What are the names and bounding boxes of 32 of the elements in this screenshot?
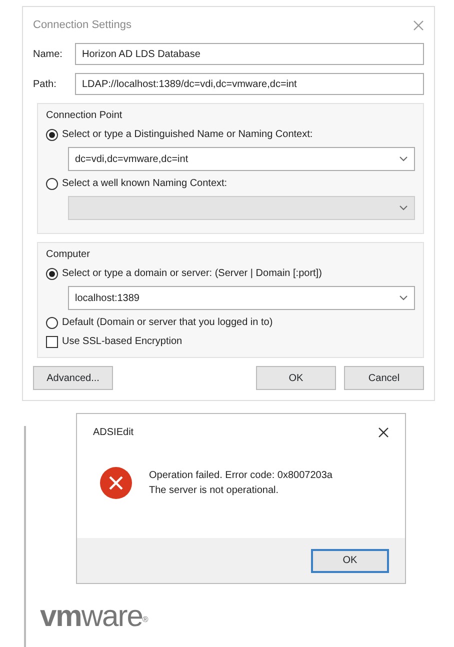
field-label: Path:: [33, 78, 58, 92]
caret-icon: [399, 205, 408, 211]
message-text: The server is not operational.: [149, 484, 280, 498]
path-field[interactable]: LDAP://localhost:1389/dc=vdi,dc=vmware,dc=int: [75, 73, 424, 95]
dialog-button[interactable]: Cancel: [344, 366, 424, 390]
name-field[interactable]: Horizon AD LDS Database: [75, 43, 424, 65]
checkbox-label: Use SSL-based Encryption: [62, 335, 182, 349]
logo: vmware$^{®}$: [40, 602, 149, 632]
combo-box[interactable]: localhost:1389: [68, 286, 415, 310]
option-label: Select or type a Distinguished Name or Naming Context:: [62, 128, 313, 142]
radio-button[interactable]: [46, 178, 58, 190]
checkbox[interactable]: [46, 336, 58, 348]
caret-icon: [399, 156, 408, 162]
combo-box[interactable]: dc=vdi,dc=vmware,dc=int: [68, 147, 415, 171]
radio-button[interactable]: [46, 316, 58, 328]
option-label: Select or type a domain or server: (Server | Domain [:port]): [62, 267, 322, 281]
option-label: Select a well known Naming Context:: [62, 177, 228, 191]
group-title: Connection Point: [46, 109, 124, 123]
option-label: Default (Domain or server that you logged in to): [62, 316, 273, 330]
dialog-button[interactable]: OK: [256, 366, 336, 390]
window-title: ADSIEdit: [93, 426, 134, 440]
ok-button[interactable]: OK: [311, 548, 389, 572]
dialog-button[interactable]: Advanced...: [33, 366, 113, 390]
group-title: Computer: [46, 248, 91, 262]
field-label: Name:: [33, 48, 64, 62]
error-icon: [99, 466, 133, 500]
caret-icon: [399, 295, 408, 301]
window-title: Connection Settings: [33, 18, 132, 33]
message-text: Operation failed. Error code: 0x8007203a: [149, 469, 332, 483]
radio-button[interactable]: [46, 128, 58, 140]
close-icon[interactable]: [378, 426, 389, 438]
radio-button[interactable]: [46, 268, 58, 280]
